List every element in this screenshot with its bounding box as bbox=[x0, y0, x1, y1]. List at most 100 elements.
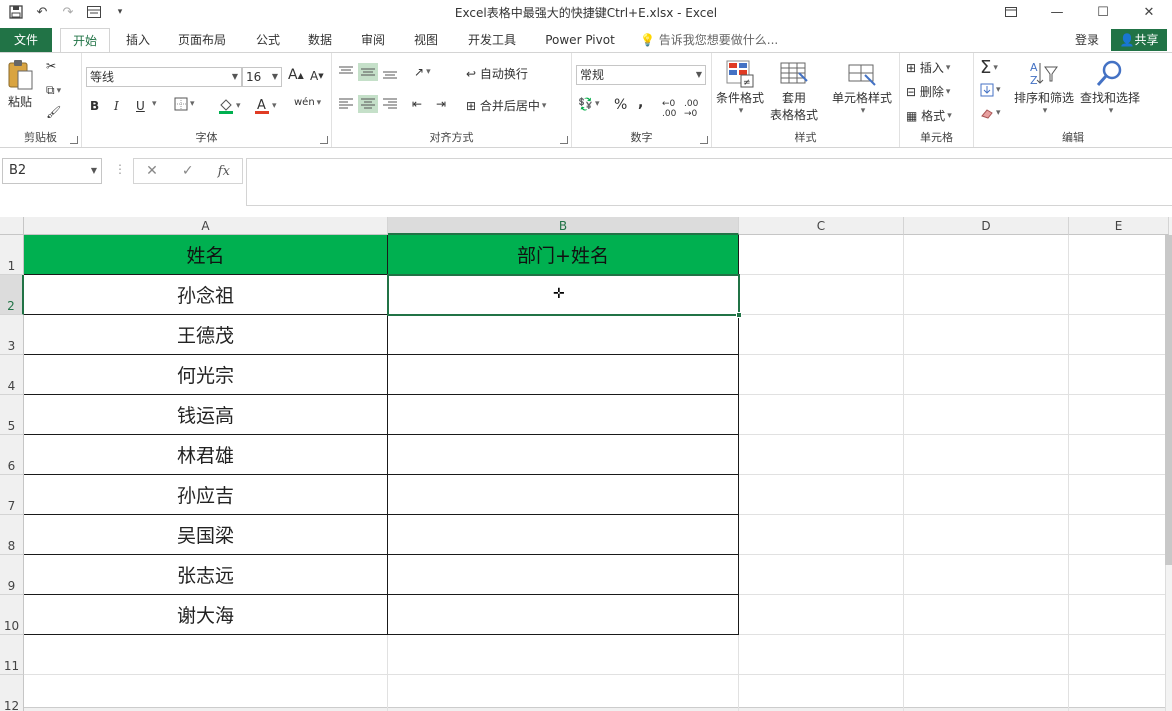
minimize-icon[interactable]: — bbox=[1034, 0, 1080, 24]
ribbon-display-icon[interactable] bbox=[988, 0, 1034, 24]
cell-a8[interactable]: 吴国梁 bbox=[24, 515, 388, 555]
cell-a3[interactable]: 王德茂 bbox=[24, 315, 388, 355]
cell-a2[interactable]: 孙念祖 bbox=[24, 275, 388, 315]
cell-b4[interactable] bbox=[388, 355, 739, 395]
row-header-6[interactable]: 6 bbox=[0, 435, 24, 475]
fill-color-icon[interactable]: ▾ bbox=[218, 97, 241, 115]
cell-styles-button[interactable]: 单元格样式 ▾ bbox=[832, 59, 892, 116]
tab-formulas[interactable]: 公式 bbox=[248, 28, 288, 52]
number-format-combo[interactable]: 常规 ▼ bbox=[576, 65, 706, 85]
row-header-7[interactable]: 7 bbox=[0, 475, 24, 515]
cell-b3[interactable] bbox=[388, 315, 739, 355]
cell-a4[interactable]: 何光宗 bbox=[24, 355, 388, 395]
row-header-12[interactable]: 12 bbox=[0, 675, 24, 711]
column-header-b[interactable]: B bbox=[388, 217, 739, 235]
column-header-c[interactable]: C bbox=[739, 217, 904, 235]
tab-data[interactable]: 数据 bbox=[300, 28, 340, 52]
enter-icon[interactable]: ✓ bbox=[182, 163, 194, 179]
cell-b6[interactable] bbox=[388, 435, 739, 475]
format-painter-icon[interactable]: 🖌 bbox=[46, 105, 61, 119]
row-header-4[interactable]: 4 bbox=[0, 355, 24, 395]
cell-b1[interactable]: 部门+姓名 bbox=[388, 235, 739, 275]
cell-a7[interactable]: 孙应吉 bbox=[24, 475, 388, 515]
select-all-button[interactable] bbox=[0, 217, 24, 235]
insert-cells-button[interactable]: ⊞ 插入 ▾ bbox=[906, 59, 950, 76]
delete-cells-button[interactable]: ⊟ 删除 ▾ bbox=[906, 83, 950, 100]
clear-icon[interactable]: ▾ bbox=[980, 107, 1001, 119]
align-right-icon[interactable] bbox=[382, 97, 398, 111]
cut-icon[interactable]: ✂ bbox=[46, 59, 56, 73]
cell-a1[interactable]: 姓名 bbox=[24, 235, 388, 275]
login-link[interactable]: 登录 bbox=[1075, 28, 1099, 52]
row-header-1[interactable]: 1 bbox=[0, 235, 24, 275]
italic-button[interactable]: I bbox=[114, 99, 119, 113]
orientation-icon[interactable]: ↗ ▾ bbox=[414, 65, 431, 79]
cancel-icon[interactable]: ✕ bbox=[146, 163, 158, 179]
increase-decimal-icon[interactable]: ←0.00 bbox=[662, 99, 676, 119]
tab-insert[interactable]: 插入 bbox=[118, 28, 158, 52]
cell-a10[interactable]: 谢大海 bbox=[24, 595, 388, 635]
formula-bar-splitter[interactable]: ⋮ bbox=[114, 162, 126, 176]
cell-b10[interactable] bbox=[388, 595, 739, 635]
decrease-indent-icon[interactable]: ⇤ bbox=[412, 97, 422, 111]
format-as-table-button[interactable]: 套用 表格格式 bbox=[770, 59, 818, 123]
font-size-combo[interactable]: 16 ▼ bbox=[242, 67, 282, 87]
border-icon[interactable]: ▾ bbox=[174, 97, 195, 111]
cell-b8[interactable] bbox=[388, 515, 739, 555]
percent-button[interactable]: % bbox=[614, 97, 627, 113]
share-button[interactable]: 👤共享 bbox=[1111, 29, 1167, 51]
fill-handle[interactable] bbox=[736, 312, 742, 318]
bold-button[interactable]: B bbox=[90, 99, 99, 113]
decrease-decimal-icon[interactable]: .00 →0 bbox=[684, 99, 698, 119]
clipboard-launcher-icon[interactable] bbox=[70, 136, 78, 144]
tab-power-pivot[interactable]: Power Pivot bbox=[538, 28, 622, 52]
row-header-2[interactable]: 2 bbox=[0, 275, 24, 315]
row-header-5[interactable]: 5 bbox=[0, 395, 24, 435]
cell-a6[interactable]: 林君雄 bbox=[24, 435, 388, 475]
formula-input[interactable] bbox=[246, 158, 1172, 206]
column-header-d[interactable]: D bbox=[904, 217, 1069, 235]
increase-font-icon[interactable]: A ▲ bbox=[288, 67, 304, 83]
fill-icon[interactable]: ▾ bbox=[980, 83, 1001, 97]
tab-view[interactable]: 视图 bbox=[406, 28, 446, 52]
vertical-scroll-thumb[interactable] bbox=[1165, 235, 1172, 565]
close-icon[interactable]: ✕ bbox=[1126, 0, 1172, 24]
vertical-scrollbar[interactable] bbox=[1165, 217, 1172, 711]
align-middle-icon[interactable] bbox=[358, 63, 378, 81]
name-box[interactable]: B2 ▼ bbox=[2, 158, 102, 184]
column-header-e[interactable]: E bbox=[1069, 217, 1169, 235]
column-header-a[interactable]: A bbox=[24, 217, 388, 235]
cell-a9[interactable]: 张志远 bbox=[24, 555, 388, 595]
row-header-10[interactable]: 10 bbox=[0, 595, 24, 635]
font-launcher-icon[interactable] bbox=[320, 136, 328, 144]
cell-b5[interactable] bbox=[388, 395, 739, 435]
find-select-button[interactable]: 查找和选择 ▾ bbox=[1080, 59, 1140, 116]
align-bottom-icon[interactable] bbox=[382, 65, 398, 79]
alignment-launcher-icon[interactable] bbox=[560, 136, 568, 144]
tab-home[interactable]: 开始 bbox=[60, 28, 110, 53]
merge-center-button[interactable]: ⊞ 合并后居中 ▾ bbox=[466, 97, 546, 114]
tab-page-layout[interactable]: 页面布局 bbox=[170, 28, 234, 52]
conditional-format-button[interactable]: ≠ 条件格式 ▾ bbox=[716, 59, 764, 116]
number-launcher-icon[interactable] bbox=[700, 136, 708, 144]
font-name-combo[interactable]: 等线 ▼ bbox=[86, 67, 242, 87]
row-header-8[interactable]: 8 bbox=[0, 515, 24, 555]
autosum-icon[interactable]: Σ ▾ bbox=[980, 57, 998, 78]
tab-developer[interactable]: 开发工具 bbox=[460, 28, 524, 52]
cell-b9[interactable] bbox=[388, 555, 739, 595]
row-header-11[interactable]: 11 bbox=[0, 635, 24, 675]
format-cells-button[interactable]: ▦ 格式 ▾ bbox=[906, 107, 952, 124]
decrease-font-icon[interactable]: A ▼ bbox=[310, 69, 324, 83]
font-color-icon[interactable]: A ▾ bbox=[254, 97, 277, 115]
align-center-icon[interactable] bbox=[358, 95, 378, 113]
underline-dropdown-icon[interactable]: ▾ bbox=[150, 99, 157, 109]
cell-a5[interactable]: 钱运高 bbox=[24, 395, 388, 435]
currency-icon[interactable]: 💱 ▾ bbox=[578, 97, 599, 111]
maximize-icon[interactable]: ☐ bbox=[1080, 0, 1126, 24]
row-header-3[interactable]: 3 bbox=[0, 315, 24, 355]
phonetic-icon[interactable]: wén ▾ bbox=[294, 97, 321, 108]
tell-me-box[interactable]: 💡 告诉我您想要做什么... bbox=[640, 28, 778, 52]
tab-review[interactable]: 审阅 bbox=[353, 28, 393, 52]
sort-filter-button[interactable]: AZ 排序和筛选 ▾ bbox=[1014, 59, 1074, 116]
wrap-text-button[interactable]: ↩︎ 自动换行 bbox=[466, 65, 528, 82]
